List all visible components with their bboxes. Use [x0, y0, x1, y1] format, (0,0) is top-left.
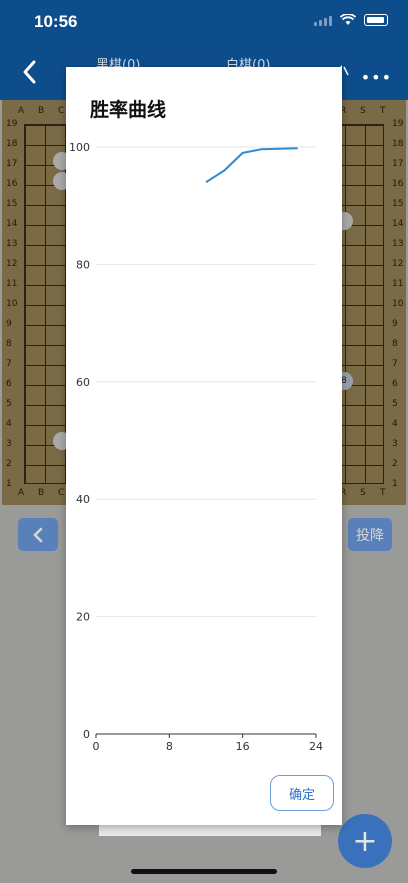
column-label-a-bottom: A: [18, 488, 25, 498]
row-label-4-left: 4: [6, 419, 12, 429]
row-label-2-left: 2: [6, 459, 12, 469]
row-label-4-right: 4: [392, 419, 398, 429]
x-tick-label: 16: [236, 740, 250, 753]
row-label-9-left: 9: [6, 319, 12, 329]
y-tick-label: 20: [76, 611, 90, 624]
wifi-icon: [340, 14, 356, 25]
row-label-15-left: 15: [6, 199, 18, 209]
battery-icon: [364, 14, 388, 26]
win-rate-chart: 0 20 40 60 80 100 0 8 16 24: [69, 141, 323, 753]
row-label-19-right: 19: [392, 119, 404, 129]
row-label-16-right: 16: [392, 179, 404, 189]
row-label-13-right: 13: [392, 239, 404, 249]
row-label-18-left: 18: [6, 139, 18, 149]
column-label-b: B: [38, 106, 45, 116]
resign-button[interactable]: 投降: [348, 518, 392, 551]
row-label-5-left: 5: [6, 399, 12, 409]
status-time: 10:56: [34, 12, 78, 31]
row-label-2-right: 2: [392, 459, 398, 469]
row-label-7-right: 7: [392, 359, 398, 369]
x-tick-label: 24: [309, 740, 323, 753]
row-label-1-left: 1: [6, 479, 12, 489]
row-label-15-right: 15: [392, 199, 404, 209]
x-tick-label: 0: [93, 740, 100, 753]
x-tick-label: 8: [166, 740, 173, 753]
y-tick-label: 100: [69, 141, 90, 154]
column-label-t-bottom: T: [380, 488, 386, 498]
row-label-8-right: 8: [392, 339, 398, 349]
row-label-5-right: 5: [392, 399, 398, 409]
row-label-1-right: 1: [392, 479, 398, 489]
row-label-11-left: 11: [6, 279, 18, 289]
row-label-17-left: 17: [6, 159, 18, 169]
row-label-11-right: 11: [392, 279, 404, 289]
y-tick-label: 0: [83, 728, 90, 741]
row-label-10-left: 10: [6, 299, 18, 309]
row-label-16-left: 16: [6, 179, 18, 189]
row-label-17-right: 17: [392, 159, 404, 169]
row-label-7-left: 7: [6, 359, 12, 369]
home-indicator: [131, 869, 277, 874]
row-label-12-left: 12: [6, 259, 18, 269]
row-label-3-left: 3: [6, 439, 12, 449]
row-label-8-left: 8: [6, 339, 12, 349]
row-label-6-left: 6: [6, 379, 12, 389]
column-label-b-bottom: B: [38, 488, 45, 498]
confirm-button[interactable]: 确定: [270, 775, 334, 811]
status-icons: [314, 14, 388, 26]
column-label-t: T: [380, 106, 386, 116]
win-rate-dialog: 胜率曲线 0 20 40 60 80 100 0 8 16 24 确定: [66, 67, 342, 825]
back-chevron-icon[interactable]: [18, 58, 42, 86]
row-label-6-right: 6: [392, 379, 398, 389]
status-bar: 10:56: [0, 0, 408, 44]
y-tick-label: 40: [76, 493, 90, 506]
column-label-s-bottom: S: [360, 488, 366, 498]
column-label-a: A: [18, 106, 25, 116]
signal-icon: [314, 15, 332, 26]
row-label-12-right: 12: [392, 259, 404, 269]
row-label-9-right: 9: [392, 319, 398, 329]
row-label-13-left: 13: [6, 239, 18, 249]
row-label-14-right: 14: [392, 219, 404, 229]
row-label-3-right: 3: [392, 439, 398, 449]
row-label-10-right: 10: [392, 299, 404, 309]
column-label-c-bottom: C: [58, 488, 65, 498]
row-label-18-right: 18: [392, 139, 404, 149]
win-rate-line: [205, 147, 298, 184]
add-button[interactable]: +: [338, 814, 392, 868]
column-label-s: S: [360, 106, 366, 116]
y-tick-label: 60: [76, 376, 90, 389]
row-label-14-left: 14: [6, 219, 18, 229]
more-icon[interactable]: •••: [361, 68, 392, 87]
previous-move-button[interactable]: [18, 518, 58, 551]
column-label-c: C: [58, 106, 65, 116]
row-label-19-left: 19: [6, 119, 18, 129]
chevron-left-icon: [33, 527, 43, 542]
y-tick-label: 80: [76, 258, 90, 271]
